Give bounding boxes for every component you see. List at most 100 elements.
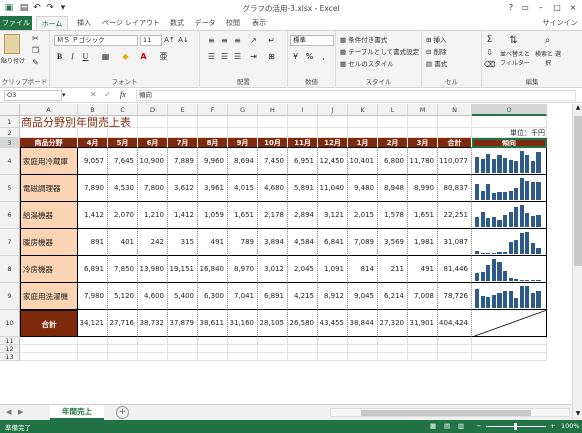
grid-cell[interactable] [168,337,198,345]
grid-cell[interactable] [138,345,168,353]
value-cell[interactable]: 4,680 [258,175,288,202]
row-header-9[interactable]: 9 [0,283,20,310]
value-cell[interactable]: 2,178 [258,202,288,229]
grid-cell[interactable] [408,337,438,345]
grid-cell[interactable] [472,116,547,128]
insert-function-button[interactable]: fx [120,90,126,99]
grid-cell[interactable] [472,337,547,345]
header-cell[interactable]: 8月 [198,138,228,148]
value-cell[interactable]: 814 [348,256,378,283]
grid-cell[interactable] [258,337,288,345]
value-cell[interactable]: 2,045 [288,256,318,283]
value-cell[interactable]: 1,651 [228,202,258,229]
header-cell[interactable]: 商品分野 [20,138,78,148]
value-cell[interactable]: 2,015 [348,202,378,229]
zoom-level[interactable]: 100% [561,422,580,430]
paste-label[interactable]: 貼り付け [1,56,25,65]
column-header-H[interactable]: H [258,104,288,116]
scroll-down-icon[interactable]: ▼ [574,410,582,417]
grid-cell[interactable] [168,345,198,353]
minimize-icon[interactable]: – [534,2,548,13]
grid-cell[interactable] [20,337,78,345]
cell-styles-button[interactable]: ▦ セルのスタイル [340,58,394,68]
total-cell[interactable]: 110,077 [438,148,472,175]
grid-cell[interactable] [108,345,138,353]
view-page-break-icon[interactable]: ▥ [458,422,464,430]
value-cell[interactable]: 5,400 [168,283,198,310]
value-cell[interactable]: 8,970 [228,256,258,283]
sort-filter-button[interactable]: 並べ替えと フィルター [498,49,532,67]
sparkline-cell[interactable] [472,256,547,283]
value-cell[interactable]: 3,961 [198,175,228,202]
row-header-2[interactable]: 2 [0,128,20,138]
tab-file[interactable]: ファイル [0,16,32,30]
total-cell[interactable]: 31,087 [438,229,472,256]
grid-cell[interactable] [108,337,138,345]
help-icon[interactable]: ? [504,2,518,13]
sparkline-cell[interactable] [472,148,547,175]
sheet-tab-annual-sales[interactable]: 年間売上 [50,405,104,420]
bold-button[interactable]: B [54,51,65,62]
name-box[interactable]: O3 [4,90,62,101]
value-cell[interactable]: 12,450 [318,148,348,175]
zoom-slider-thumb[interactable] [514,423,517,430]
total-cell[interactable]: 78,726 [438,283,472,310]
sum-cell[interactable]: 37,879 [168,310,198,337]
value-cell[interactable]: 891 [78,229,108,256]
grid-cell[interactable] [438,128,472,138]
grid-cell[interactable] [258,353,288,361]
find-select-icon[interactable]: ⌕ [542,35,553,46]
grid-cell[interactable] [228,345,258,353]
tab-data[interactable]: データ [192,16,218,30]
tab-insert[interactable]: 挿入 [72,16,96,30]
sparkline-cell[interactable] [472,175,547,202]
format-painter-icon[interactable]: ✎ [30,57,41,68]
value-cell[interactable]: 9,960 [198,148,228,175]
column-header-A[interactable]: A [20,104,78,116]
column-header-G[interactable]: G [228,104,258,116]
ribbon-display-icon[interactable]: ▭ [518,2,532,13]
value-cell[interactable]: 4,015 [228,175,258,202]
column-header-J[interactable]: J [318,104,348,116]
header-cell[interactable]: 3月 [408,138,438,148]
header-cell[interactable]: 9月 [228,138,258,148]
value-cell[interactable]: 10,401 [348,148,378,175]
value-cell[interactable]: 1,578 [378,202,408,229]
grid-cell[interactable] [408,353,438,361]
sum-trend-cell[interactable] [472,310,547,337]
new-sheet-icon[interactable]: + [116,406,129,419]
grid-cell[interactable] [348,345,378,353]
grid-cell[interactable] [438,116,472,128]
grid-cell[interactable] [78,337,108,345]
value-cell[interactable]: 2,894 [288,202,318,229]
worksheet-grid[interactable]: ABCDEFGHIJKLMNO 1 2 3 4 5 6 7 8 9 10 11 12 13 商品分野別年… [0,104,572,404]
grid-cell[interactable] [78,345,108,353]
format-as-table-button[interactable]: ▦ テーブルとして書式設定 [340,46,419,56]
value-cell[interactable]: 789 [228,229,258,256]
value-cell[interactable]: 1,651 [408,202,438,229]
autosum-icon[interactable]: Σ [484,35,495,46]
currency-icon[interactable]: ¥ [290,51,301,62]
value-cell[interactable]: 4,600 [138,283,168,310]
value-cell[interactable]: 401 [108,229,138,256]
value-cell[interactable]: 3,012 [258,256,288,283]
font-shrink-icon[interactable]: A↓ [178,35,189,46]
sum-cell[interactable]: 43,455 [318,310,348,337]
enter-icon[interactable]: ✓ [104,90,111,99]
grid-cell[interactable] [288,337,318,345]
value-cell[interactable]: 491 [408,256,438,283]
row-header-6[interactable]: 6 [0,202,20,229]
value-cell[interactable]: 1,091 [318,256,348,283]
grid-cell[interactable] [138,353,168,361]
grid-cell[interactable] [108,353,138,361]
category-name[interactable]: 冷房機器 [20,256,78,283]
category-name[interactable]: 電磁調理器 [20,175,78,202]
grid-cell[interactable] [318,345,348,353]
grid-cell[interactable] [288,345,318,353]
sum-cell[interactable]: 38,732 [138,310,168,337]
sum-cell[interactable]: 31,901 [408,310,438,337]
value-cell[interactable]: 1,210 [138,202,168,229]
header-cell[interactable]: 傾向 [472,138,547,148]
percent-button[interactable]: % [304,51,315,62]
category-name[interactable]: 家庭用冷蔵庫 [20,148,78,175]
